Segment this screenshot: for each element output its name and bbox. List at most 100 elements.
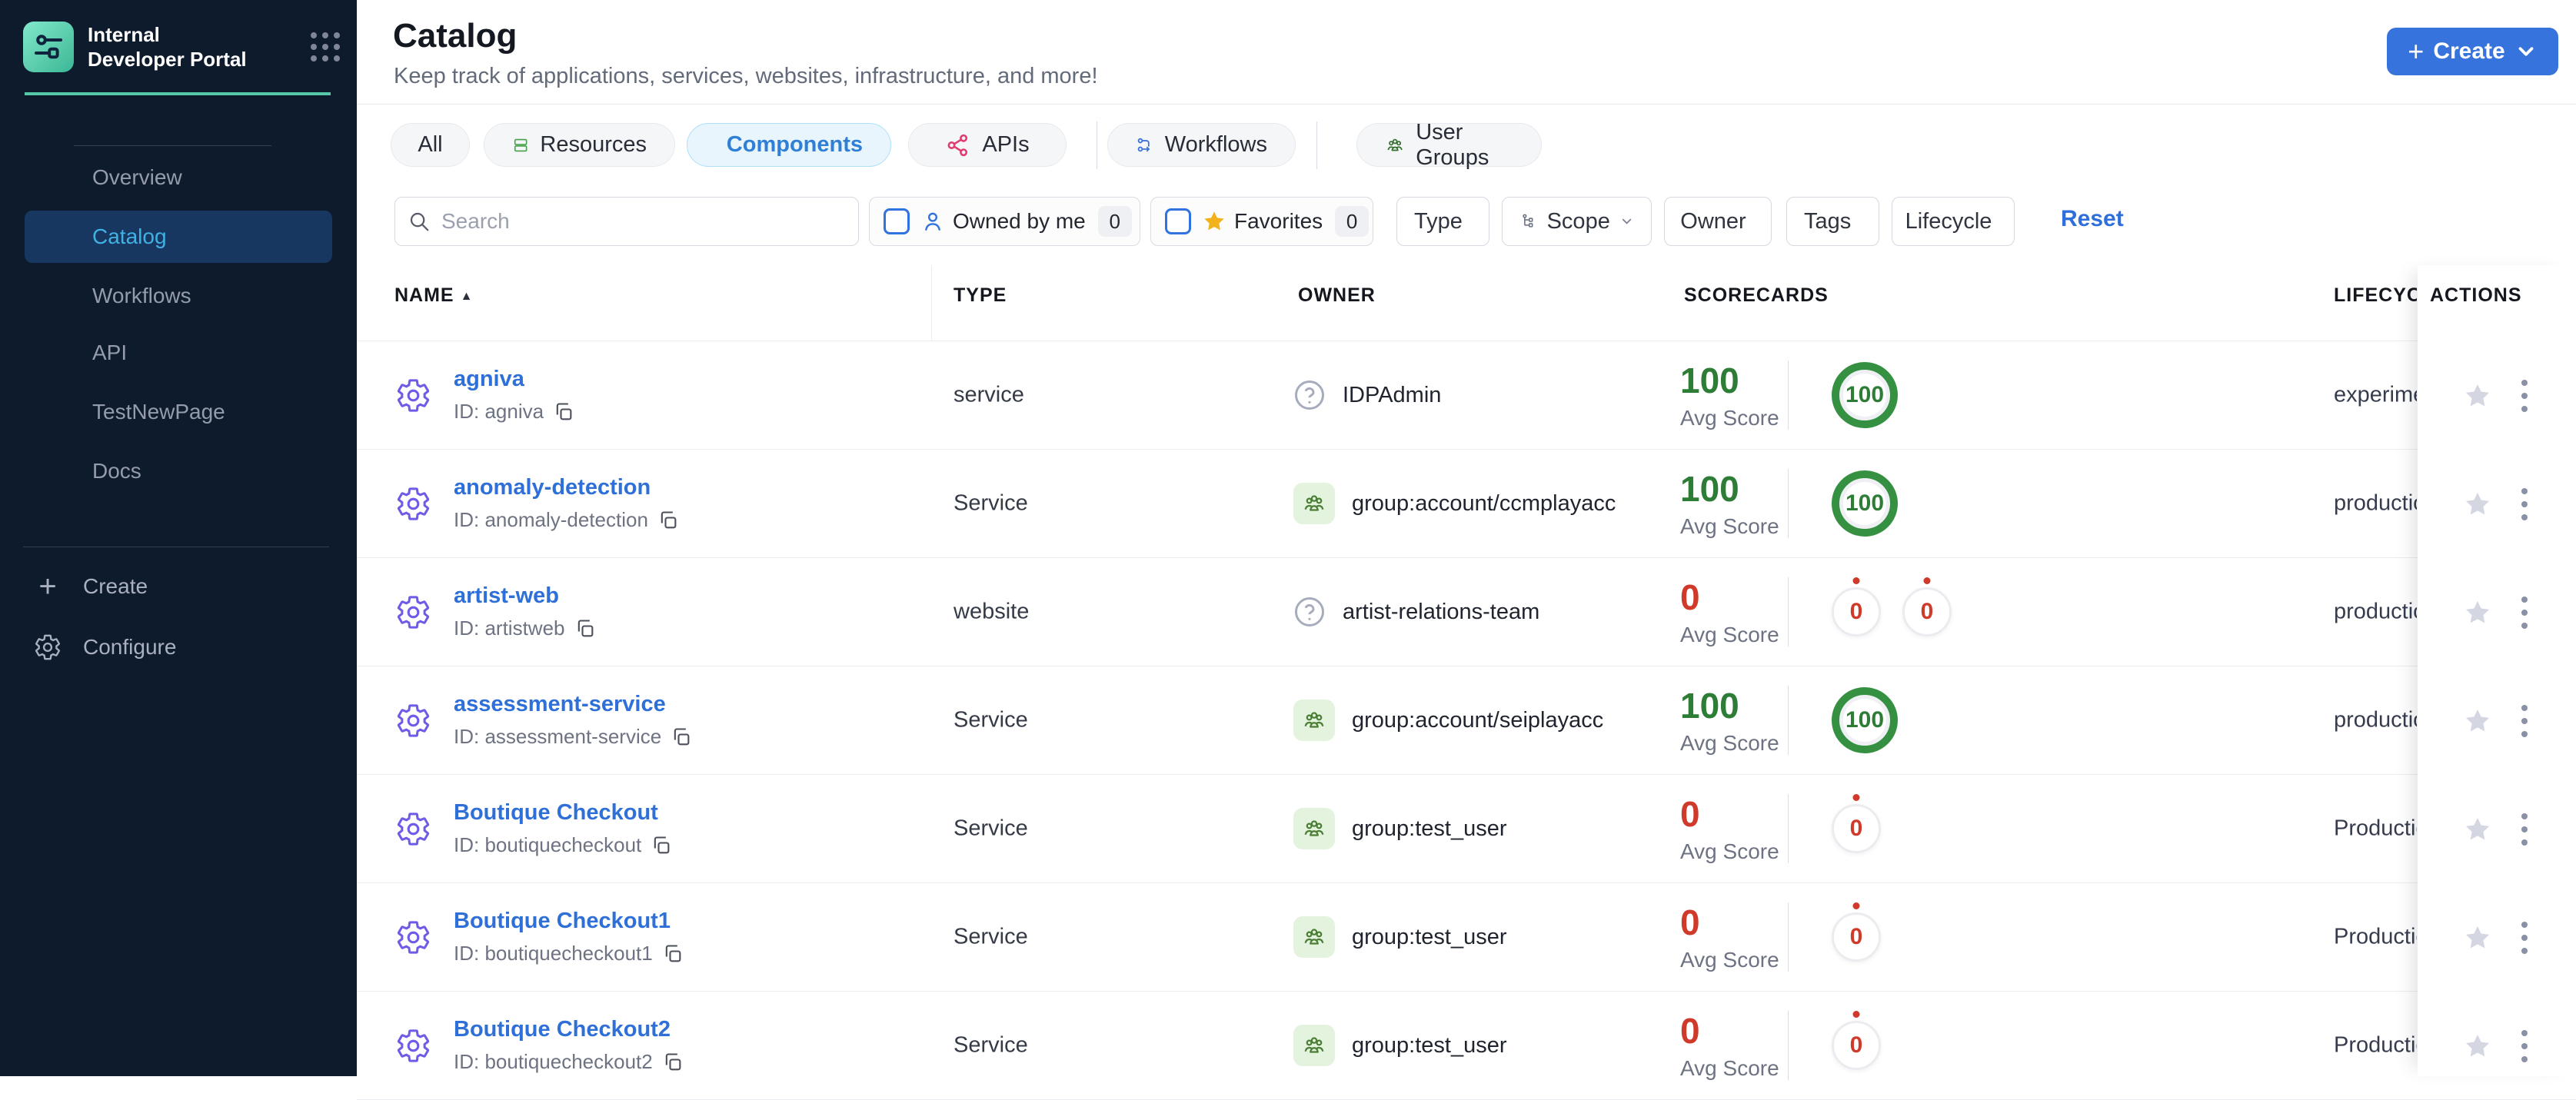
sidebar-item-testnewpage[interactable]: TestNewPage xyxy=(25,386,332,438)
tab-components[interactable]: Components xyxy=(687,123,891,167)
entity-name-link[interactable]: agniva xyxy=(454,367,574,392)
resources-stack-icon xyxy=(512,132,529,158)
entity-name-link[interactable]: Boutique Checkout xyxy=(454,800,672,826)
scope-dropdown[interactable]: Scope xyxy=(1502,197,1652,246)
copy-icon[interactable] xyxy=(574,618,596,640)
sidebar-item-workflows[interactable]: Workflows xyxy=(25,270,332,322)
scorecards-cell: 100 Avg Score 100 xyxy=(1680,468,1898,539)
tab-all[interactable]: All xyxy=(391,123,470,167)
kebab-menu-icon[interactable] xyxy=(2518,702,2531,740)
user-group-icon xyxy=(1293,483,1335,524)
app-switcher-icon[interactable] xyxy=(311,32,340,61)
search-icon xyxy=(408,210,431,233)
scorecard-rings: 100 xyxy=(1832,687,1898,753)
kebab-menu-icon[interactable] xyxy=(2518,1027,2531,1065)
lifecycle-cell: production xyxy=(2334,708,2417,733)
sidebar-item-docs[interactable]: Docs xyxy=(25,445,332,497)
scorecards-cell: 0 Avg Score 0 xyxy=(1680,902,1881,972)
favorite-star-icon[interactable] xyxy=(2463,598,2492,627)
avg-score-label: Avg Score xyxy=(1680,948,1788,972)
tab-workflows[interactable]: Workflows xyxy=(1107,123,1296,167)
entity-name-link[interactable]: Boutique Checkout2 xyxy=(454,1017,684,1042)
avg-score-label: Avg Score xyxy=(1680,731,1788,756)
copy-icon[interactable] xyxy=(553,401,574,423)
column-header-name[interactable]: NAME▲ xyxy=(394,284,473,307)
sidebar-header: Internal Developer Portal xyxy=(23,22,340,72)
copy-icon[interactable] xyxy=(662,1052,684,1073)
lifecycle-value: production xyxy=(2334,708,2417,733)
sidebar-item-api[interactable]: API xyxy=(25,327,332,379)
copy-icon[interactable] xyxy=(662,943,684,965)
entity-name-block: Boutique Checkout1 ID: boutiquecheckout1 xyxy=(454,909,684,965)
scorecard-ring: 100 xyxy=(1832,470,1898,537)
lifecycle-cell: Production xyxy=(2334,816,2417,842)
sidebar-item-overview[interactable]: Overview xyxy=(25,151,332,204)
sidebar-create-button[interactable]: + Create xyxy=(31,565,331,608)
kebab-menu-icon[interactable] xyxy=(2518,593,2531,632)
search-input[interactable] xyxy=(441,209,846,234)
tab-user-groups[interactable]: User Groups xyxy=(1356,123,1542,167)
favorite-star-icon[interactable] xyxy=(2463,490,2492,519)
avg-score-value: 100 xyxy=(1680,360,1788,401)
scorecard-ring: 0 xyxy=(1832,587,1881,636)
entity-name-link[interactable]: artist-web xyxy=(454,583,596,609)
scorecards-cell: 0 Avg Score 0 xyxy=(1680,1010,1881,1081)
favorite-star-icon[interactable] xyxy=(2463,706,2492,736)
kebab-menu-icon[interactable] xyxy=(2518,919,2531,957)
entity-name-link[interactable]: anomaly-detection xyxy=(454,475,679,500)
entity-type: Service xyxy=(954,708,1028,733)
column-header-lifecycle: LIFECYCLE xyxy=(2334,284,2417,307)
kebab-menu-icon[interactable] xyxy=(2518,810,2531,849)
tags-dropdown[interactable]: Tags xyxy=(1786,197,1879,246)
entity-owner: artist-relations-team xyxy=(1293,596,1539,628)
copy-icon[interactable] xyxy=(651,835,672,856)
owned-by-me-filter: Owned by me 0 xyxy=(869,197,1140,246)
lifecycle-cell: production xyxy=(2334,600,2417,625)
favorite-star-icon[interactable] xyxy=(2463,815,2492,844)
entity-owner: group:account/seiplayacc xyxy=(1293,700,1603,741)
entity-name-link[interactable]: Boutique Checkout1 xyxy=(454,909,684,934)
owned-by-me-checkbox[interactable] xyxy=(884,208,910,234)
table-row: artist-web ID: artistweb website artist- xyxy=(357,558,2576,666)
entity-id: ID: agniva xyxy=(454,400,544,424)
table-row: Boutique Checkout ID: boutiquecheckout S… xyxy=(357,775,2576,883)
row-actions xyxy=(2418,883,2576,992)
entity-owner: group:test_user xyxy=(1293,808,1507,849)
copy-icon[interactable] xyxy=(671,726,692,748)
entity-name-link[interactable]: assessment-service xyxy=(454,692,692,717)
favorite-star-icon[interactable] xyxy=(2463,381,2492,410)
kebab-menu-icon[interactable] xyxy=(2518,485,2531,523)
lifecycle-cell: Production xyxy=(2334,1033,2417,1058)
row-actions xyxy=(2418,992,2576,1100)
lifecycle-dropdown[interactable]: Lifecycle xyxy=(1892,197,2015,246)
tab-resources[interactable]: Resources xyxy=(484,123,675,167)
lifecycle-value: production xyxy=(2334,600,2417,624)
scorecards-cell: 100 Avg Score 100 xyxy=(1680,360,1898,430)
entity-name-block: Boutique Checkout ID: boutiquecheckout xyxy=(454,800,672,857)
score-divider xyxy=(1788,686,1789,755)
favorite-star-icon[interactable] xyxy=(2463,1032,2492,1061)
kebab-menu-icon[interactable] xyxy=(2518,377,2531,415)
entity-owner: IDPAdmin xyxy=(1293,379,1441,411)
star-icon xyxy=(1202,208,1226,234)
type-dropdown[interactable]: Type xyxy=(1396,197,1489,246)
sidebar-configure-button[interactable]: Configure xyxy=(31,626,331,669)
row-actions xyxy=(2418,666,2576,775)
favorites-checkbox[interactable] xyxy=(1165,208,1191,234)
component-gear-icon xyxy=(715,132,716,158)
scorecard-ring: 0 xyxy=(1902,587,1952,636)
favorite-star-icon[interactable] xyxy=(2463,923,2492,952)
owner-dropdown[interactable]: Owner xyxy=(1664,197,1772,246)
copy-icon[interactable] xyxy=(657,510,679,531)
sidebar-item-catalog[interactable]: Catalog xyxy=(25,211,332,263)
page-title: Catalog xyxy=(393,17,517,55)
component-gear-icon xyxy=(394,810,432,848)
avg-score-value: 0 xyxy=(1680,902,1788,943)
tab-apis[interactable]: APIs xyxy=(908,123,1067,167)
table-row: Boutique Checkout2 ID: boutiquecheckout2… xyxy=(357,992,2576,1100)
create-button[interactable]: + Create xyxy=(2387,28,2558,75)
reset-filters-link[interactable]: Reset xyxy=(2061,206,2124,232)
search-box xyxy=(394,197,859,246)
main-content: Catalog Keep track of applications, serv… xyxy=(357,0,2576,1076)
scorecard-ring: 0 xyxy=(1832,1021,1881,1070)
